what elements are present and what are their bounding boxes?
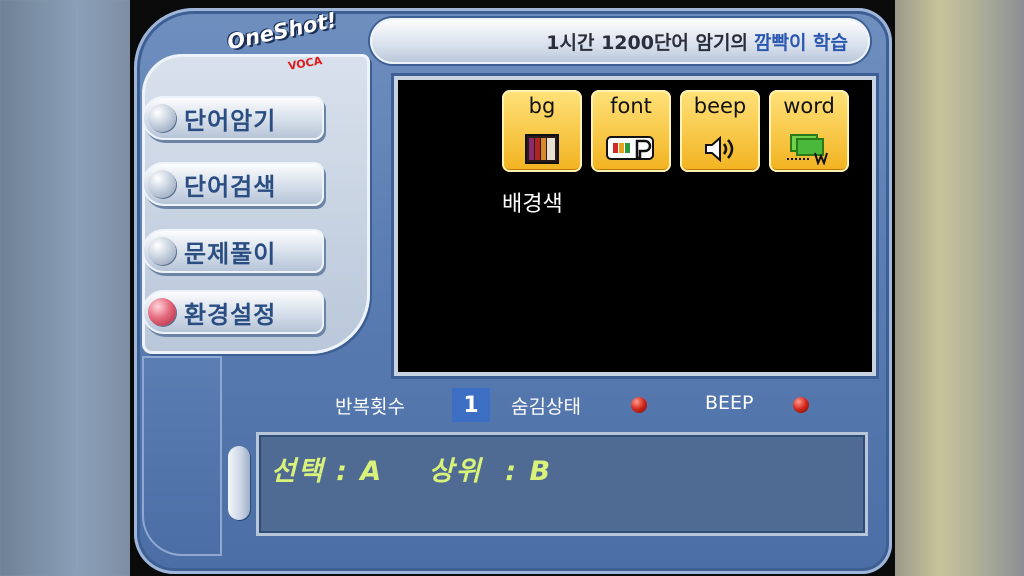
beep-indicator-icon[interactable] [793,397,809,413]
menu-bullet-icon [148,170,176,198]
repeat-count-label: 반복횟수 [335,396,405,418]
menu-button-settings[interactable]: 환경설정 [142,290,324,334]
speaker-icon [680,134,760,164]
selected-option-caption: 배경색 [502,192,563,217]
menu-button-label: 문제풀이 [184,239,277,268]
info-panel: 선택 : A 상위 : B [256,432,868,536]
menu-button-word-memorize[interactable]: 단어암기 [142,96,324,140]
word-display-icon [769,134,849,165]
title-bar: 1시간 1200단어 암기의 깜빡이 학습 [370,18,870,64]
menu-button-quiz[interactable]: 문제풀이 [142,229,324,273]
settings-screen: bg font beep word 배경색 [394,76,876,376]
font-color-icon [591,134,671,164]
option-label: font [610,94,652,118]
option-bg-button[interactable]: bg [502,90,582,172]
background-right-blur [895,0,1024,576]
scroll-handle[interactable] [228,446,250,520]
menu-button-label: 환경설정 [184,300,277,329]
beep-label: BEEP [705,392,754,414]
menu-bullet-icon [148,237,176,265]
background-left-blur [0,0,130,576]
left-rail [142,356,222,556]
option-label: word [783,94,835,118]
option-beep-button[interactable]: beep [680,90,760,172]
title-highlight: 깜빡이 학습 [753,31,848,54]
menu-button-word-search[interactable]: 단어검색 [142,162,324,206]
key-hint-text: 선택 : A 상위 : B [271,456,553,487]
hidden-state-label: 숨김상태 [511,396,581,418]
repeat-count-value[interactable]: 1 [452,388,490,422]
menu-bullet-active-icon [148,298,176,326]
color-bars-icon [502,134,582,164]
option-label: bg [528,94,556,118]
option-word-button[interactable]: word [769,90,849,172]
menu-button-label: 단어암기 [184,106,277,135]
hidden-state-indicator-icon[interactable] [631,397,647,413]
menu-button-label: 단어검색 [184,172,277,201]
option-label: beep [693,94,747,118]
app-window: OneShot! VOCA 단어암기 단어검색 문제풀이 환경설정 1시간 12… [130,0,895,576]
title-text: 1시간 1200단어 암기의 [546,31,748,54]
option-font-button[interactable]: font [591,90,671,172]
status-row: 반복횟수 1 숨김상태 BEEP [335,388,865,422]
menu-bullet-icon [148,104,176,132]
